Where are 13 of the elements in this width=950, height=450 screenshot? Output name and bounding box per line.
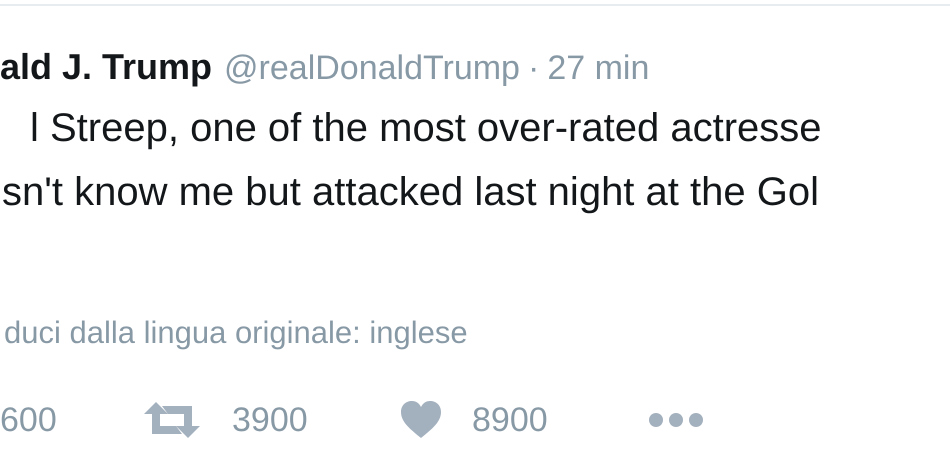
tweet-text-line: sn't know me but attacked last night at the Gol (1, 169, 819, 216)
translate-link[interactable]: duci dalla lingua originale: inglese (0, 315, 468, 350)
author-handle[interactable]: @realDonaldTrump (224, 43, 520, 94)
like-count: 8900 (472, 400, 548, 440)
tweet-time[interactable]: 27 min (547, 43, 650, 94)
more-icon[interactable] (648, 412, 704, 428)
tweet-text-line: l Streep, one of the most over-rated actresse (29, 105, 822, 152)
reply-count: 600 (0, 400, 57, 440)
retweet-icon[interactable] (142, 400, 202, 440)
retweet-count: 3900 (232, 400, 308, 440)
author-name[interactable]: ald J. Trump (0, 40, 212, 94)
heart-icon[interactable] (400, 400, 442, 440)
separator: · (528, 48, 540, 89)
